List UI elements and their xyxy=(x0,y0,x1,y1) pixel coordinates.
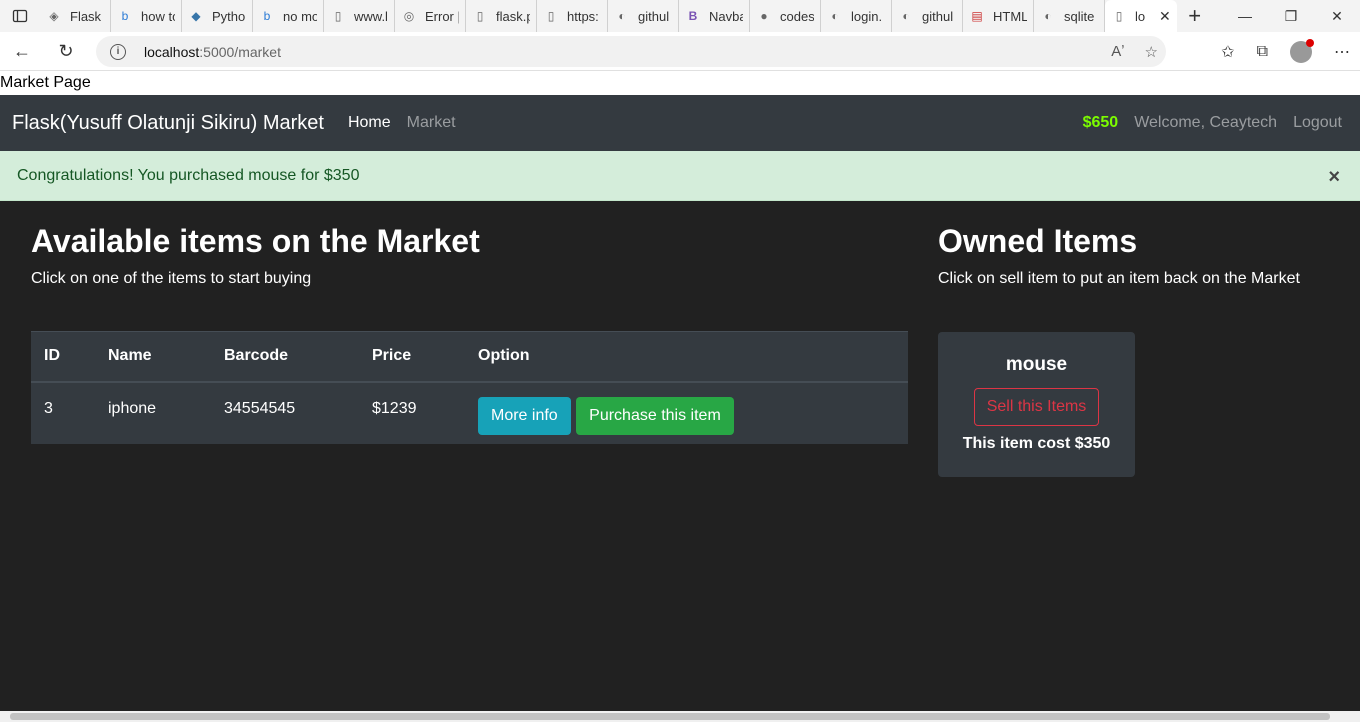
browser-tab[interactable]: ◆ Pytho xyxy=(182,0,253,32)
item-price: $1239 xyxy=(372,399,417,417)
github-doc-icon: ◐ xyxy=(1044,9,1052,23)
column-header: Barcode xyxy=(211,331,359,383)
owned-title: Owned Items xyxy=(938,223,1138,259)
url-host: localhost xyxy=(144,43,200,60)
user-budget: $650 xyxy=(1082,114,1119,131)
page-icon: ▯ xyxy=(1115,9,1123,23)
scrollbar-thumb[interactable] xyxy=(10,713,1330,720)
owned-item-card: mouse Sell this Items This item cost $35… xyxy=(938,332,1135,477)
bing-icon: b xyxy=(263,9,271,23)
python-icon: ◆ xyxy=(191,9,201,23)
column-header: ID xyxy=(31,331,95,383)
column-header: Name xyxy=(95,331,211,383)
web-page: Market Page Flask(Yusuff Olatunji Sikiru… xyxy=(0,71,1360,711)
window-controls: — ❐ ✕ xyxy=(1222,0,1360,32)
tab-list: ◈Flask a bhow to ◆Pytho bno mo ▯www.l ◎E… xyxy=(40,0,1213,32)
collections-icon[interactable]: ⧉ xyxy=(1257,43,1268,61)
welcome-text[interactable]: Welcome, Ceaytech xyxy=(1134,114,1277,132)
reload-button[interactable]: ↻ xyxy=(44,32,88,71)
browser-tab[interactable]: ◐ githul xyxy=(608,0,679,32)
market-table: ID Name Barcode Price Option 3 iphone 34… xyxy=(31,331,908,444)
profile-avatar[interactable] xyxy=(1290,38,1314,63)
logout-link[interactable]: Logout xyxy=(1293,114,1342,132)
pdf-icon: ▤ xyxy=(971,9,983,23)
close-tab-icon[interactable]: ✕ xyxy=(1159,8,1171,25)
url-field[interactable]: i localhost:5000/market A︎ʼ ☆ xyxy=(96,36,1166,67)
purchase-button[interactable]: Purchase this item xyxy=(576,396,734,435)
browser-toolbar: ✩ ⧉ ⋯ xyxy=(1221,32,1350,71)
column-header: Option xyxy=(465,331,908,383)
sell-item-button[interactable]: Sell this Items xyxy=(973,388,1100,426)
url-actions: A︎ʼ ☆ xyxy=(1111,43,1158,61)
page-icon: ▯ xyxy=(334,9,342,23)
item-options: More info Purchase this item xyxy=(465,382,908,444)
browser-tab[interactable]: ▯ flask.p xyxy=(466,0,537,32)
favorites-icon[interactable]: ✩ xyxy=(1221,42,1234,62)
browser-tab[interactable]: ● codes xyxy=(750,0,821,32)
reload-icon: ↻ xyxy=(58,40,74,61)
read-aloud-icon[interactable]: A︎ʼ xyxy=(1111,43,1124,61)
tab-actions-icon xyxy=(12,9,28,23)
navbar-brand[interactable]: Flask(Yusuff Olatunji Sikiru) Market xyxy=(12,112,324,135)
github-doc-icon: ◐ xyxy=(618,9,626,23)
item-barcode: 34554545 xyxy=(224,399,296,417)
circle-icon: ◎ xyxy=(403,9,415,23)
market-title: Available items on the Market xyxy=(31,223,480,259)
browser-tab[interactable]: ▯ www.l xyxy=(324,0,395,32)
browser-tab-strip: ◈Flask a bhow to ◆Pytho bno mo ▯www.l ◎E… xyxy=(0,0,1360,32)
diamond-icon: ◈ xyxy=(49,9,59,23)
minimize-button[interactable]: — xyxy=(1222,0,1268,32)
item-id: 3 xyxy=(44,399,53,417)
github-doc-icon: ◐ xyxy=(831,9,839,23)
market-subtitle: Click on one of the items to start buyin… xyxy=(31,270,312,287)
page-heading: Market Page xyxy=(0,71,1360,95)
site-info-icon[interactable]: i xyxy=(110,43,126,60)
close-window-button[interactable]: ✕ xyxy=(1314,0,1360,32)
browser-tab[interactable]: ◈Flask a xyxy=(40,0,111,32)
alert-message: Congratulations! You purchased mouse for… xyxy=(17,166,360,184)
owned-subtitle: Click on sell item to put an item back o… xyxy=(938,270,1300,287)
back-button[interactable]: ← xyxy=(0,32,44,71)
navbar-user-area: $650 Welcome, Ceaytech Logout xyxy=(1083,114,1342,132)
restore-button[interactable]: ❐ xyxy=(1268,0,1314,32)
more-info-button[interactable]: More info xyxy=(478,396,571,435)
url-path: :5000/market xyxy=(199,43,281,60)
bootstrap-icon: B xyxy=(688,9,698,23)
browser-tab[interactable]: b no mo xyxy=(253,0,324,32)
browser-tab[interactable]: ◐ githul xyxy=(892,0,963,32)
nav-home-link[interactable]: Home xyxy=(348,114,391,132)
browser-tab[interactable]: ▯ https: xyxy=(537,0,608,32)
add-favorite-icon[interactable]: ☆ xyxy=(1145,43,1158,61)
github-doc-icon: ◐ xyxy=(902,9,910,23)
github-icon: ● xyxy=(760,9,768,23)
page-icon: ▯ xyxy=(476,9,484,23)
market-section: Available items on the Market Click on o… xyxy=(31,223,908,444)
page-icon: ▯ xyxy=(547,9,555,23)
nav-market-link[interactable]: Market xyxy=(407,114,456,132)
browser-tab[interactable]: B Navba xyxy=(679,0,750,32)
browser-tab[interactable]: ◐ sqlite xyxy=(1034,0,1105,32)
table-row: 3 iphone 34554545 $1239 More info Purcha… xyxy=(31,382,908,444)
bing-icon: b xyxy=(121,9,129,23)
new-tab-button[interactable]: + xyxy=(1177,3,1213,29)
browser-tab[interactable]: ◐ login. xyxy=(821,0,892,32)
browser-tab-active[interactable]: ▯ lo ✕ xyxy=(1105,0,1177,32)
more-menu-icon[interactable]: ⋯ xyxy=(1334,42,1350,62)
close-icon[interactable]: × xyxy=(1328,166,1340,189)
horizontal-scrollbar[interactable] xyxy=(0,711,1360,722)
browser-tab[interactable]: bhow to xyxy=(111,0,182,32)
table-header-row: ID Name Barcode Price Option xyxy=(31,331,908,383)
back-arrow-icon: ← xyxy=(13,40,31,61)
navbar: Flask(Yusuff Olatunji Sikiru) Market Hom… xyxy=(0,95,1360,151)
column-header: Price xyxy=(359,331,465,383)
browser-tab[interactable]: ◎ Error | xyxy=(395,0,466,32)
address-bar: ← ↻ i localhost:5000/market A︎ʼ ☆ ✩ ⧉ ⋯ xyxy=(0,32,1360,71)
owned-section: Owned Items Click on sell item to put an… xyxy=(938,223,1338,477)
owned-item-name: mouse xyxy=(1005,354,1068,375)
item-name: iphone xyxy=(108,399,157,417)
browser-tab[interactable]: ▤ HTML xyxy=(963,0,1034,32)
success-alert: Congratulations! You purchased mouse for… xyxy=(0,151,1360,201)
tab-actions-button[interactable] xyxy=(0,0,40,32)
owned-item-cost: This item cost $350 xyxy=(962,435,1111,452)
